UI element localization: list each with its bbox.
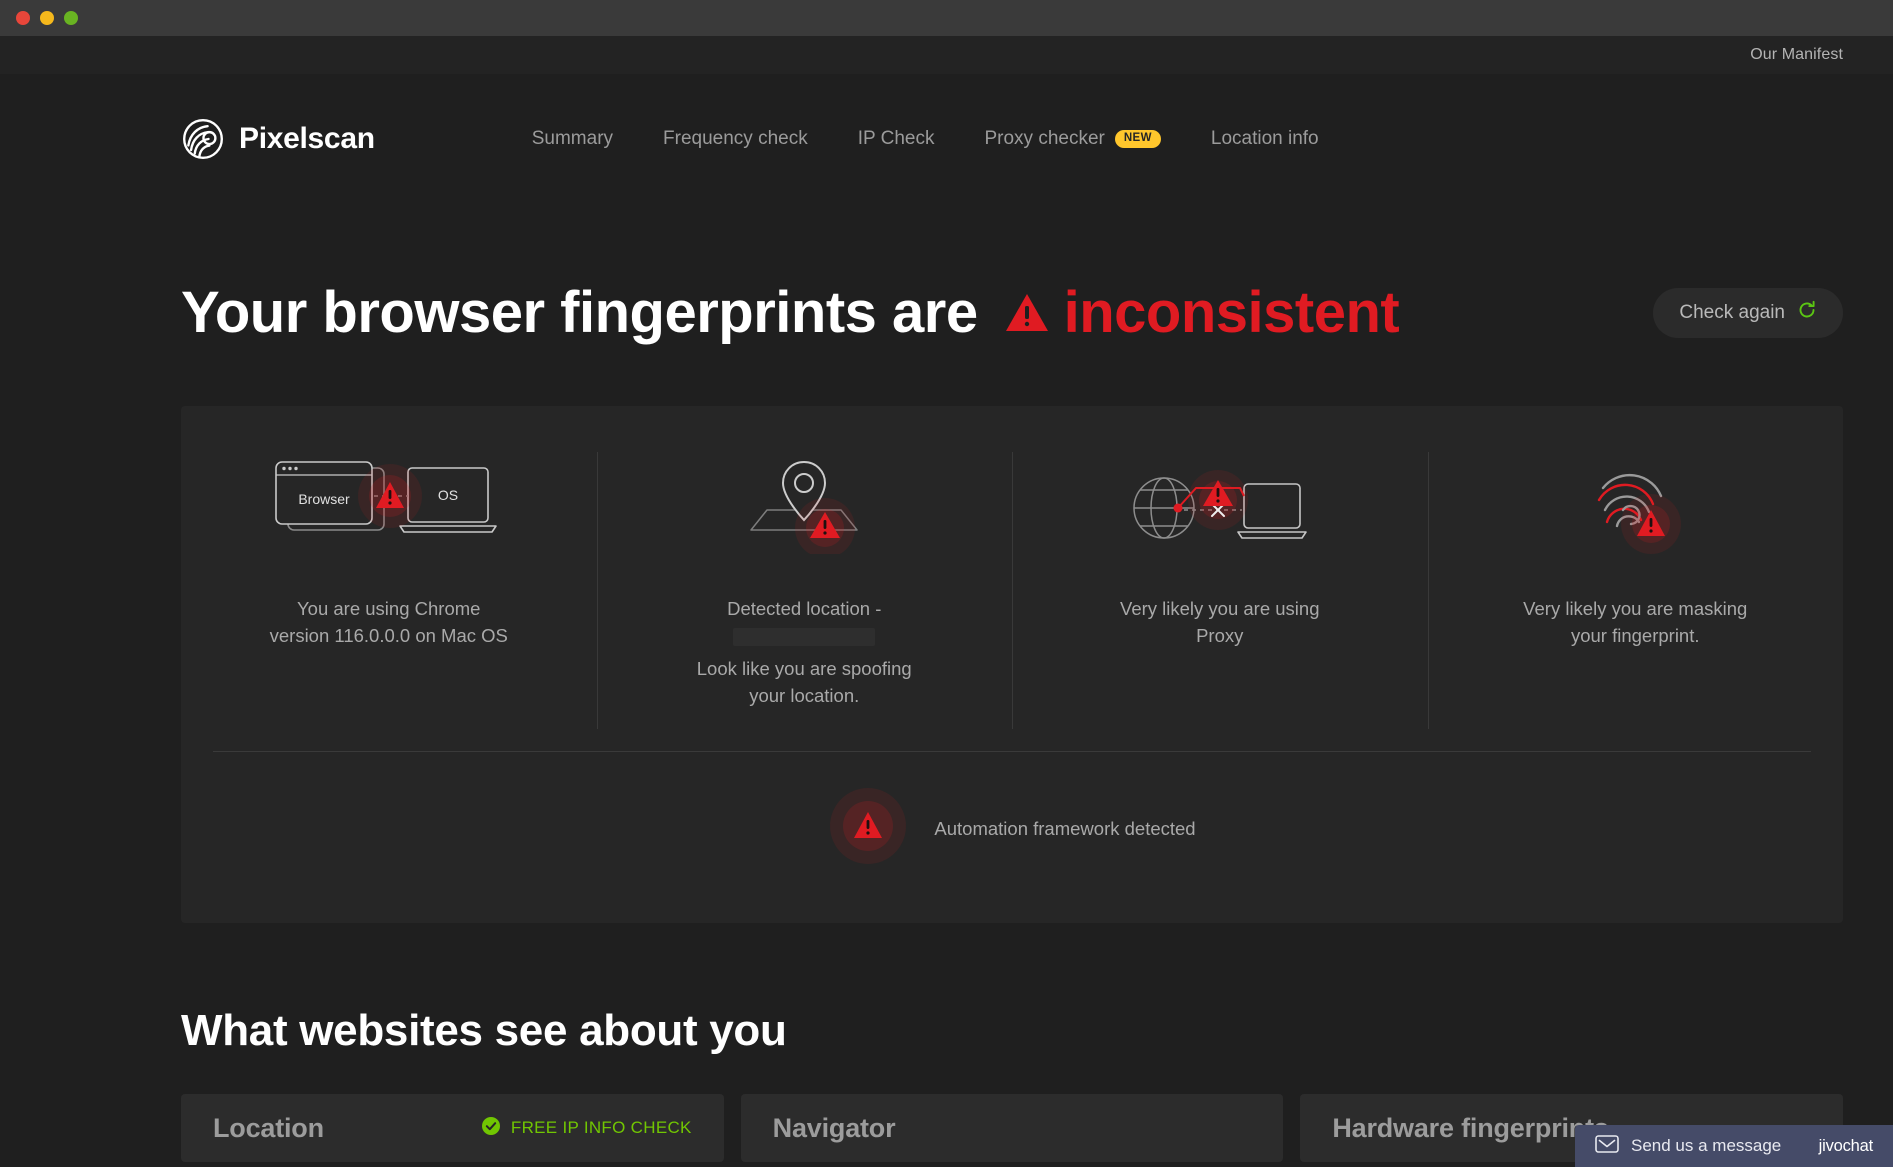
check-circle-icon	[481, 1116, 501, 1141]
status-column-location: Detected location - Look like you are sp…	[597, 406, 1013, 751]
browser-os-mismatch-icon: Browser OS	[274, 454, 504, 554]
status-line-2: your fingerprint.	[1571, 625, 1700, 646]
jivochat-message-group[interactable]: Send us a message	[1595, 1135, 1781, 1158]
svg-text:OS: OS	[438, 487, 458, 503]
check-again-label: Check again	[1679, 302, 1785, 324]
fingerprint-warning-icon	[1565, 454, 1705, 554]
jivochat-widget[interactable]: Send us a message jivochat	[1575, 1125, 1893, 1167]
nav-label: Frequency check	[663, 128, 808, 150]
nav-item-proxy-checker[interactable]: Proxy checker NEW	[984, 128, 1160, 150]
free-ip-info-check-label: FREE IP INFO CHECK	[511, 1118, 692, 1138]
nav-item-summary[interactable]: Summary	[532, 128, 613, 150]
headline-status: inconsistent	[1064, 279, 1400, 346]
status-columns: Browser OS	[181, 406, 1843, 751]
proxy-globe-laptop-icon	[1132, 454, 1307, 554]
nav-label: Summary	[532, 128, 613, 150]
status-text-proxy: Very likely you are using Proxy	[1120, 596, 1320, 650]
window-zoom-button[interactable]	[64, 11, 78, 25]
status-line-2: Look like you are spoofing	[697, 658, 912, 679]
jivochat-message-label: Send us a message	[1631, 1136, 1781, 1156]
refresh-icon	[1797, 300, 1817, 326]
pixelscan-logo-icon	[181, 117, 225, 161]
fingerprint-status-panel: Browser OS	[181, 406, 1843, 923]
card-title: Navigator	[773, 1113, 896, 1144]
status-text-location: Detected location - Look like you are sp…	[697, 596, 912, 709]
utility-bar: Our Manifest	[0, 36, 1893, 74]
status-line-1: Detected location -	[727, 598, 881, 619]
headline-status-group: inconsistent	[1004, 279, 1400, 346]
envelope-icon	[1595, 1135, 1619, 1158]
location-pin-warning-icon	[729, 454, 879, 554]
nav-item-frequency-check[interactable]: Frequency check	[663, 128, 808, 150]
status-line-1: You are using Chrome	[297, 598, 480, 619]
new-badge: NEW	[1115, 130, 1161, 148]
nav-item-ip-check[interactable]: IP Check	[858, 128, 935, 150]
brand-name: Pixelscan	[239, 122, 375, 156]
warning-triangle-icon	[1004, 292, 1050, 334]
brand[interactable]: Pixelscan	[181, 117, 375, 161]
svg-text:Browser: Browser	[298, 491, 350, 507]
status-column-fingerprint: Very likely you are masking your fingerp…	[1428, 406, 1844, 751]
nav-label: IP Check	[858, 128, 935, 150]
status-line-1: Very likely you are masking	[1523, 598, 1747, 619]
card-location[interactable]: Location FREE IP INFO CHECK	[181, 1094, 724, 1162]
page-title: Your browser fingerprints are inconsiste…	[181, 279, 1399, 346]
hero-row: Your browser fingerprints are inconsiste…	[0, 279, 1893, 346]
redacted-location-value	[733, 628, 875, 646]
site-header: Pixelscan Summary Frequency check IP Che…	[0, 74, 1893, 178]
nav-label: Proxy checker	[984, 128, 1104, 150]
our-manifest-link[interactable]: Our Manifest	[1750, 46, 1843, 64]
status-column-browser-os: Browser OS	[181, 406, 597, 751]
automation-detected-row: Automation framework detected	[181, 752, 1843, 899]
warning-triangle-icon	[828, 786, 908, 871]
card-title: Location	[213, 1113, 324, 1144]
card-navigator[interactable]: Navigator	[741, 1094, 1284, 1162]
automation-detected-label: Automation framework detected	[934, 818, 1195, 840]
nav-item-location-info[interactable]: Location info	[1211, 128, 1319, 150]
free-ip-info-check-tag[interactable]: FREE IP INFO CHECK	[481, 1116, 692, 1141]
window-close-button[interactable]	[16, 11, 30, 25]
headline-prefix: Your browser fingerprints are	[181, 279, 978, 346]
status-text-browser-os: You are using Chrome version 116.0.0.0 o…	[270, 596, 508, 650]
nav-label: Location info	[1211, 128, 1319, 150]
status-text-fingerprint: Very likely you are masking your fingerp…	[1523, 596, 1747, 650]
card-title: Hardware fingerprints	[1332, 1113, 1608, 1144]
websites-section-title: What websites see about you	[0, 1006, 1893, 1056]
status-line-1: Very likely you are using	[1120, 598, 1320, 619]
status-column-proxy: Very likely you are using Proxy	[1012, 406, 1428, 751]
status-line-2: version 116.0.0.0 on Mac OS	[270, 625, 508, 646]
window-titlebar	[0, 0, 1893, 36]
page-canvas: Pixelscan Summary Frequency check IP Che…	[0, 74, 1893, 1167]
status-line-2: Proxy	[1196, 625, 1243, 646]
jivochat-brand: jivochat	[1819, 1137, 1873, 1156]
check-again-button[interactable]: Check again	[1653, 288, 1843, 338]
status-line-3: your location.	[749, 685, 859, 706]
main-nav: Summary Frequency check IP Check Proxy c…	[532, 128, 1319, 150]
window-minimize-button[interactable]	[40, 11, 54, 25]
